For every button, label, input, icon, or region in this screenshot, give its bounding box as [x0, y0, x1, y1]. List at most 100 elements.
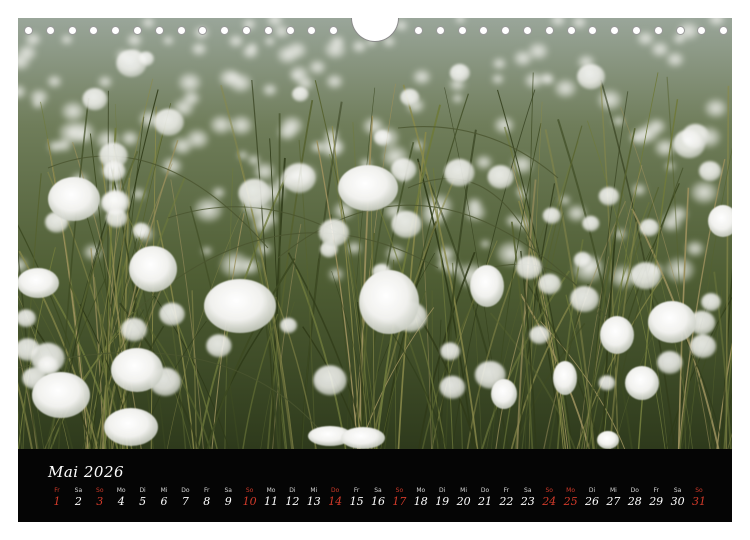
mid-tuft [132, 222, 150, 238]
day-number: 28 [627, 495, 642, 508]
day-of-week: Di [139, 487, 146, 494]
binding-hole [285, 26, 295, 35]
mid-tuft [137, 51, 154, 67]
day-of-week: Sa [74, 487, 83, 494]
day-cell: Fr 22 [495, 487, 517, 509]
day-cell: Fr 15 [346, 487, 368, 509]
day-of-week: Sa [374, 487, 382, 494]
mid-tuft [318, 219, 349, 247]
day-cell: Fr 1 [46, 487, 68, 509]
day-cell: Mo 18 [410, 487, 432, 509]
mid-tuft [440, 342, 461, 361]
binding-hole [176, 26, 186, 35]
binding-hole [523, 26, 532, 35]
binding-hole [632, 26, 641, 35]
cotton-grass-photo [18, 18, 732, 449]
day-number: 5 [139, 495, 147, 508]
background-tuft [466, 198, 482, 211]
cotton-grass-tuft [18, 268, 59, 298]
day-cell: Sa 9 [217, 487, 239, 509]
day-cell: Mi 27 [602, 487, 624, 509]
day-of-week: Di [289, 487, 296, 494]
background-tuft [685, 240, 704, 257]
day-number: 10 [242, 495, 257, 508]
day-of-week: Mo [266, 487, 276, 494]
cotton-grass-photo-image [18, 18, 732, 449]
cotton-grass-tuft [111, 348, 163, 392]
day-cell: Sa 2 [67, 487, 89, 509]
day-cell: Do 7 [174, 487, 196, 509]
binding-hole [154, 26, 164, 35]
cotton-grass-tuft [359, 270, 419, 334]
day-cell: So 24 [538, 487, 560, 509]
background-tuft [277, 45, 299, 64]
day-of-week: Mo [116, 487, 126, 494]
binding-hole [307, 26, 317, 35]
mid-tuft [698, 161, 722, 182]
day-number: 1 [53, 495, 61, 508]
day-number: 11 [264, 495, 278, 508]
background-tuft [59, 121, 85, 144]
background-tuft [351, 40, 367, 53]
day-of-week: Do [181, 487, 190, 494]
day-cell: Mo 25 [560, 487, 582, 509]
background-tuft [646, 118, 666, 135]
month-title: Mai 2026 [48, 463, 125, 481]
mid-tuft [577, 64, 605, 90]
background-tuft [668, 206, 688, 222]
day-number: 8 [203, 495, 211, 508]
day-cell: Di 19 [431, 487, 453, 509]
background-tuft [191, 42, 207, 56]
binding-hole [220, 26, 230, 35]
background-tuft [47, 75, 62, 88]
binding-hole [588, 26, 598, 35]
cotton-grass-tuft [341, 427, 385, 449]
binding-hole [697, 26, 707, 35]
cotton-grass-tuft [553, 361, 577, 395]
day-number: 9 [224, 495, 232, 508]
day-number: 30 [670, 495, 685, 508]
background-tuft [186, 129, 209, 149]
mid-tuft [487, 165, 514, 189]
cotton-grass-tuft [600, 316, 634, 354]
day-of-week: Di [439, 487, 446, 494]
background-tuft [524, 72, 544, 89]
day-number: 31 [692, 495, 706, 508]
background-tuft [492, 57, 507, 70]
cotton-grass-tuft [597, 431, 619, 449]
mid-tuft [449, 63, 470, 83]
mid-tuft [103, 161, 126, 181]
day-cell: Sa 30 [667, 487, 689, 509]
mid-tuft [400, 88, 420, 106]
day-number: 14 [328, 495, 343, 508]
binding-hole [457, 26, 467, 35]
day-of-week: Sa [673, 487, 682, 494]
cotton-grass-tuft [470, 265, 504, 307]
day-of-week: Mi [160, 487, 168, 494]
day-number: 26 [585, 495, 599, 508]
background-tuft [704, 98, 727, 118]
mid-tuft [82, 88, 108, 111]
background-tuft [97, 75, 113, 88]
cotton-grass-tuft [338, 165, 398, 211]
day-cell: Di 5 [132, 487, 154, 509]
mid-tuft [690, 334, 717, 358]
mid-tuft [444, 158, 475, 187]
mid-tuft [292, 86, 309, 102]
day-cell: Mi 6 [153, 487, 175, 509]
day-number: 24 [542, 495, 557, 508]
day-cell: Fr 29 [645, 487, 667, 509]
day-row: Fr 1 Sa 2 So 3 Mo 4 Di 5 Mi 6 Do 7 Fr 8 Sa 9 So 10 Mo 11 Di 12 M… [46, 487, 726, 517]
mid-tuft [153, 108, 184, 136]
binding-hole [45, 26, 55, 35]
day-cell: Mo 4 [110, 487, 132, 509]
background-tuft [291, 71, 302, 81]
day-of-week: Mi [310, 487, 318, 494]
day-of-week: Do [331, 487, 340, 494]
day-number: 6 [160, 495, 168, 508]
day-of-week: Mo [416, 487, 426, 494]
day-of-week: Fr [54, 487, 60, 494]
mid-tuft [313, 365, 347, 396]
mid-tuft [516, 255, 543, 280]
day-of-week: Sa [224, 487, 232, 494]
